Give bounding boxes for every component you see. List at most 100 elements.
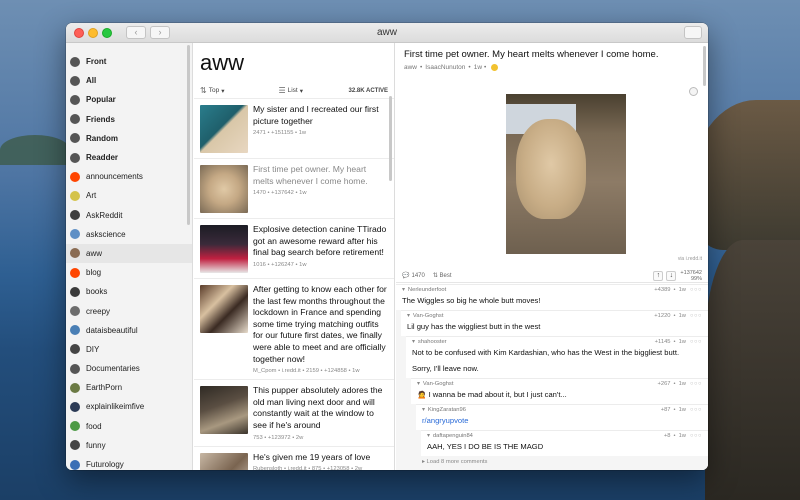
- comment-actions-icon[interactable]: ○○○: [690, 339, 702, 345]
- post-source[interactable]: via i.redd.it: [678, 256, 702, 262]
- gold-award-icon: [491, 64, 499, 71]
- sidebar-item-readder[interactable]: Readder: [66, 148, 192, 167]
- comment-age: 1w: [678, 433, 686, 439]
- sidebar-item-art[interactable]: Art: [66, 186, 192, 205]
- sidebar-item-aww[interactable]: aww: [66, 243, 192, 264]
- sidebar-item-popular[interactable]: Popular: [66, 90, 192, 109]
- post-row[interactable]: My sister and I recreated our first pict…: [194, 99, 394, 159]
- post-thumbnail[interactable]: [200, 165, 248, 213]
- sidebar-item-label: Art: [86, 191, 97, 201]
- collapse-icon[interactable]: ▾: [412, 339, 415, 345]
- subreddit-link[interactable]: aww: [404, 64, 417, 71]
- sidebar-item-futurology[interactable]: Futurology: [66, 455, 192, 470]
- desktop-island-left: [0, 135, 70, 165]
- sidebar-item-askscience[interactable]: askscience: [66, 225, 192, 244]
- comment-score: +1145: [654, 339, 671, 345]
- more-options-icon[interactable]: [689, 87, 698, 96]
- comment-author[interactable]: KingZaratan96: [428, 407, 466, 413]
- comment-text: Lil guy has the wiggliest butt in the we…: [407, 322, 541, 331]
- subreddit-icon: [70, 363, 80, 374]
- post-image[interactable]: [506, 94, 626, 254]
- view-label: List: [287, 87, 298, 94]
- post-list-scrollbar[interactable]: [389, 96, 392, 181]
- sort-dropdown[interactable]: ⇅ Top ▾: [200, 86, 224, 95]
- post-row[interactable]: First time pet owner. My heart melts whe…: [194, 159, 394, 219]
- sidebar-item-label: blog: [86, 268, 102, 278]
- sidebar-item-announcements[interactable]: announcements: [66, 167, 192, 186]
- collapse-icon[interactable]: ▾: [402, 287, 405, 293]
- sidebar-item-dataisbeautiful[interactable]: dataisbeautiful: [66, 321, 192, 340]
- sidebar-item-documentaries[interactable]: Documentaries: [66, 359, 192, 378]
- collapse-icon[interactable]: ▾: [422, 407, 425, 413]
- post-row[interactable]: He's given me 19 years of love Rubensloth…: [194, 447, 394, 470]
- comment-actions-icon[interactable]: ○○○: [690, 287, 702, 293]
- subreddit-title: aww: [200, 50, 245, 75]
- comment-author[interactable]: daftapenguin84: [433, 433, 473, 439]
- sidebar-item-label: EarthPorn: [86, 383, 123, 393]
- collapse-icon[interactable]: ▾: [407, 313, 410, 319]
- sidebar-item-friends[interactable]: Friends: [66, 110, 192, 129]
- comment-author[interactable]: Nerleunderfoot: [408, 287, 446, 293]
- sidebar-item-blog[interactable]: blog: [66, 263, 192, 282]
- comment-author[interactable]: Van-Goghst: [413, 313, 444, 319]
- post-row[interactable]: Explosive detection canine TTirado got a…: [194, 219, 394, 279]
- collapse-icon[interactable]: ▾: [417, 381, 420, 387]
- view-mode-dropdown[interactable]: ☰ List ▾: [278, 86, 303, 95]
- load-more-comments[interactable]: ▸ Load 8 more comments: [396, 456, 708, 465]
- comment-score: +1220: [654, 313, 671, 319]
- post-list: aww ⇅ Top ▾ ☰ List ▾ 32.8K ACTIVE My sis…: [194, 43, 395, 470]
- sidebar-item-explainlikeimfive[interactable]: explainlikeimfive: [66, 397, 192, 416]
- sidebar-item-label: DIY: [86, 344, 100, 354]
- comment-score: +87: [660, 407, 671, 413]
- sidebar-item-diy[interactable]: DIY: [66, 340, 192, 359]
- post-thumbnail[interactable]: [200, 105, 248, 153]
- comment-actions-icon[interactable]: ○○○: [690, 381, 702, 387]
- post-age: 1w: [473, 64, 483, 71]
- post-row-meta: 1470 • +137642 • 1w: [253, 190, 307, 197]
- comment-sort-dropdown[interactable]: ⇅ Best: [433, 272, 452, 279]
- sidebar-item-label: Front: [86, 57, 107, 67]
- detail-scrollbar[interactable]: [703, 46, 706, 86]
- post-thumbnail[interactable]: [200, 386, 248, 435]
- sidebar-item-askreddit[interactable]: AskReddit: [66, 206, 192, 225]
- comment-text[interactable]: r/angryupvote: [422, 413, 708, 430]
- comment-author[interactable]: shahooster: [418, 339, 447, 345]
- subreddit-icon: [70, 210, 80, 221]
- sidebar-item-creepy[interactable]: creepy: [66, 301, 192, 320]
- downvote-button[interactable]: ↓: [666, 270, 677, 281]
- post-row-title: After getting to know each other for the…: [253, 284, 387, 364]
- upvote-button[interactable]: ↑: [653, 270, 664, 281]
- comment-actions-icon[interactable]: ○○○: [690, 407, 702, 413]
- subreddit-icon: [70, 94, 80, 105]
- post-row[interactable]: This pupper absolutely adores the old ma…: [194, 380, 394, 447]
- post-thumbnail[interactable]: [200, 225, 248, 273]
- sidebar-item-food[interactable]: food: [66, 417, 192, 436]
- sidebar-item-earthporn[interactable]: EarthPorn: [66, 378, 192, 397]
- post-thumbnail[interactable]: [200, 285, 248, 333]
- subreddit-icon: [70, 114, 80, 125]
- post-thumbnail[interactable]: [200, 452, 248, 470]
- subreddit-icon: [70, 75, 80, 86]
- chevron-down-icon: ▾: [299, 87, 304, 95]
- image-dog: [516, 119, 586, 219]
- comment-author[interactable]: Van-Goghst: [423, 381, 454, 387]
- sidebar-item-books[interactable]: books: [66, 282, 192, 301]
- sidebar-item-funny[interactable]: funny: [66, 436, 192, 455]
- sidebar-scrollbar[interactable]: [187, 45, 190, 225]
- collapse-icon[interactable]: ▾: [427, 433, 430, 439]
- sidebar-item-label: food: [86, 421, 102, 431]
- comment-actions-icon[interactable]: ○○○: [690, 313, 702, 319]
- author-link[interactable]: IsaacNunuton: [425, 64, 465, 71]
- comment: ▾ shahooster +1145 • 1w ○○○ Not to be confused…: [406, 336, 708, 378]
- comment-score: +267: [657, 381, 671, 387]
- post-row[interactable]: After getting to know each other for the…: [194, 279, 394, 381]
- sidebar-item-front[interactable]: Front: [66, 52, 192, 71]
- toolbar-action-button[interactable]: [684, 26, 702, 39]
- subreddit-icon: [70, 286, 80, 297]
- sidebar-item-random[interactable]: Random: [66, 129, 192, 148]
- subreddit-icon: [70, 325, 80, 336]
- comment-actions-icon[interactable]: ○○○: [690, 433, 702, 439]
- sidebar-item-label: explainlikeimfive: [86, 402, 145, 412]
- post-title: First time pet owner. My heart melts whe…: [404, 49, 659, 60]
- sidebar-item-all[interactable]: All: [66, 71, 192, 90]
